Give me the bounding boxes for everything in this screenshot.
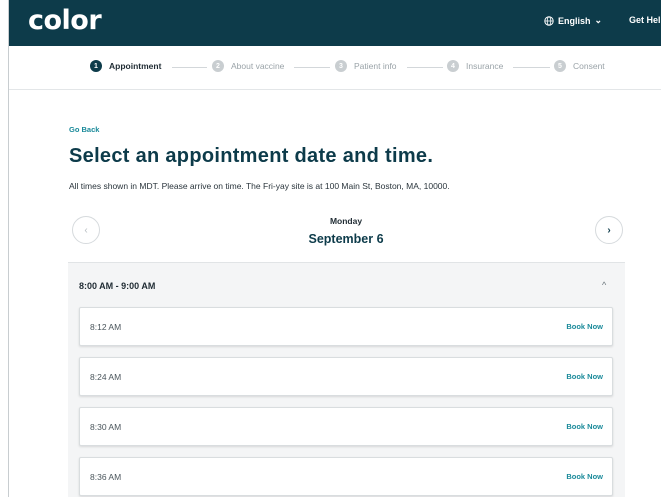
slot-time: 8:30 AM [90, 422, 122, 432]
book-now-button[interactable]: Book Now [566, 472, 603, 481]
chevron-left-icon: ‹ [84, 224, 88, 236]
step-number-badge: 1 [90, 60, 102, 72]
window-edge [0, 0, 9, 497]
chevron-right-icon: › [607, 224, 611, 236]
previous-day-button[interactable]: ‹ [72, 216, 100, 244]
time-slot-row: 8:12 AM Book Now [79, 307, 613, 346]
step-patient-info: 3 Patient info [335, 60, 397, 72]
book-now-button[interactable]: Book Now [566, 422, 603, 431]
progress-stepper: 1 Appointment 2 About vaccine 3 Patient … [9, 46, 661, 90]
chevron-down-icon: ⌄ [594, 15, 603, 25]
step-consent: 5 Consent [554, 60, 605, 72]
slot-time: 8:24 AM [90, 372, 122, 382]
step-connector [513, 67, 550, 68]
page-title: Select an appointment date and time. [69, 145, 434, 167]
step-number-badge: 4 [447, 60, 459, 72]
color-logo[interactable]: color [28, 5, 102, 36]
slot-time: 8:12 AM [90, 322, 122, 332]
step-connector [407, 67, 443, 68]
selected-day-name: Monday [329, 216, 363, 226]
book-now-button[interactable]: Book Now [566, 322, 603, 331]
step-number-badge: 5 [554, 60, 566, 72]
slot-time: 8:36 AM [90, 472, 122, 482]
step-label: Appointment [109, 61, 162, 71]
go-back-link[interactable]: Go Back [69, 125, 99, 134]
time-slot-row: 8:30 AM Book Now [79, 407, 613, 446]
get-help-link[interactable]: Get Help [629, 15, 661, 25]
step-appointment: 1 Appointment [90, 60, 161, 72]
chevron-up-icon[interactable]: ^ [602, 280, 606, 290]
step-label: Insurance [466, 61, 504, 71]
step-insurance: 4 Insurance [447, 60, 503, 72]
time-slot-row: 8:36 AM Book Now [79, 457, 613, 496]
step-label: About vaccine [231, 61, 285, 71]
time-block-header[interactable]: 8:00 AM - 9:00 AM [79, 281, 155, 291]
globe-icon [544, 15, 554, 26]
language-label: English [558, 15, 591, 26]
site-info-text: All times shown in MDT. Please arrive on… [69, 181, 450, 191]
top-navigation-bar: color English ⌄ Get Help [9, 0, 661, 46]
step-connector [294, 67, 330, 68]
browser-viewport: color English ⌄ Get Help 1 Appointment 2… [0, 0, 661, 497]
step-number-badge: 2 [212, 60, 224, 72]
book-now-button[interactable]: Book Now [566, 372, 603, 381]
time-slot-row: 8:24 AM Book Now [79, 357, 613, 396]
next-day-button[interactable]: › [595, 216, 623, 244]
step-connector [172, 67, 207, 68]
step-about-vaccine: 2 About vaccine [212, 60, 284, 72]
language-selector[interactable]: English ⌄ [544, 15, 602, 26]
step-number-badge: 3 [335, 60, 347, 72]
step-label: Patient info [354, 61, 397, 71]
step-label: Consent [573, 61, 605, 71]
selected-date: September 6 [308, 232, 384, 246]
